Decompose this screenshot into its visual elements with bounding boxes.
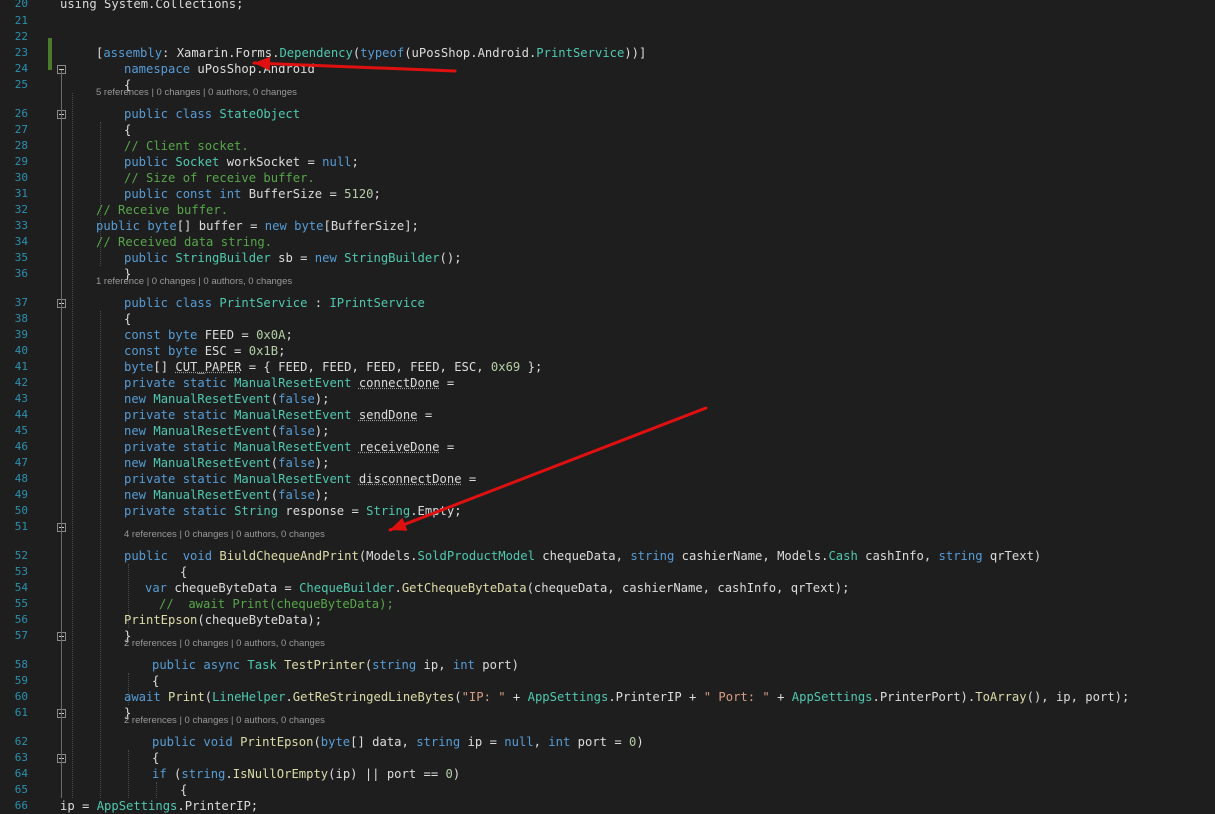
red-arrow-icon (252, 56, 457, 73)
code-line[interactable]: ip = AppSettings.PrinterIP; (60, 798, 258, 814)
annotation-overlay (252, 56, 708, 532)
red-arrow-icon (388, 406, 708, 532)
code-token: .PrinterIP; (177, 799, 259, 813)
line-number: 66 (14, 799, 28, 812)
code-token: ip = (60, 799, 97, 813)
code-editor[interactable]: 20 21 22 23 24 25 26 27 28 29 30 31 32 33 34 35 36 37 38 39… (0, 0, 1215, 813)
code-token: AppSettings (96, 799, 178, 813)
